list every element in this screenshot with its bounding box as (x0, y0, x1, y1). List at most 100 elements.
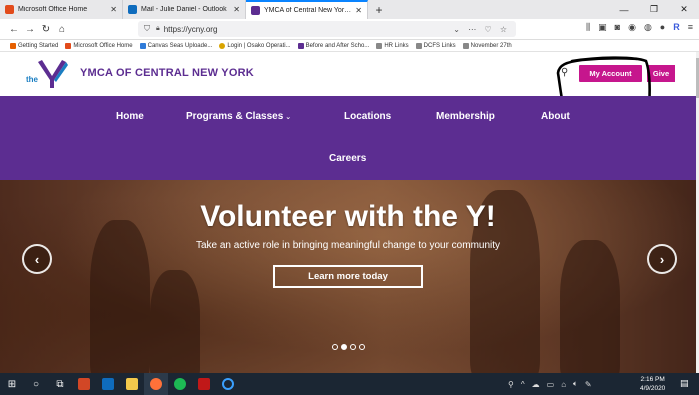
bookmark-item[interactable]: Microsoft Office Home (65, 42, 133, 49)
sidebar-icon[interactable]: ▣ (598, 22, 607, 33)
prev-slide-button[interactable]: ‹ (22, 244, 52, 274)
org-name[interactable]: YMCA OF CENTRAL NEW YORK (80, 67, 254, 79)
toolbar-icons: ⫼ ▣ ◙ ◉ ◍ ● R ≡ (586, 22, 693, 33)
spotify-app-icon[interactable] (168, 373, 192, 395)
site-header: the YMCA OF CENTRAL NEW YORK ⚲ My Accoun… (0, 52, 696, 96)
outlook-app-icon[interactable] (96, 373, 120, 395)
chevron-right-icon: › (659, 251, 665, 267)
url-text[interactable]: https://ycny.org (164, 25, 454, 34)
browser-navbar: ← → ↻ ⌂ ⛉ 🔒︎ https://ycny.org ⌄ ⋯ ♡ ☆ ⫼ … (0, 19, 699, 40)
chevron-left-icon: ‹ (34, 251, 40, 267)
menu-membership[interactable]: Membership (436, 111, 495, 122)
new-tab-button[interactable]: + (368, 0, 390, 19)
powerpoint-app-icon[interactable] (72, 373, 96, 395)
bookmark-icon (297, 42, 304, 49)
tab-title: YMCA of Central New York | Ym (264, 7, 352, 14)
bookmark-item[interactable]: Canvas Seas Uploade... (139, 42, 212, 49)
bookmark-item[interactable]: Login | Osako Operati... (219, 42, 291, 49)
lock-icon[interactable]: 🔒︎ (156, 25, 160, 33)
bookmark-item[interactable]: Getting Started (10, 42, 58, 49)
menu-about[interactable]: About (541, 111, 570, 122)
shield-icon[interactable]: ⛉ (144, 24, 150, 34)
tab-outlook-mail[interactable]: Mail - Julie Daniel - Outlook ✕ (123, 0, 246, 19)
search-icon[interactable]: ⚲ (561, 67, 568, 78)
people-icon[interactable]: ⚲ (508, 380, 514, 389)
tab-title: Microsoft Office Home (18, 6, 88, 13)
folder-icon (462, 42, 469, 49)
extension-icon[interactable]: ● (660, 22, 665, 33)
office-icon (5, 5, 14, 14)
carousel-dot[interactable] (350, 344, 356, 350)
menu-careers[interactable]: Careers (329, 153, 366, 164)
notification-icon[interactable]: ▤ (680, 378, 689, 389)
task-view-icon[interactable]: ⧉ (48, 373, 72, 395)
pen-icon[interactable]: ✎ (585, 380, 592, 389)
file-explorer-icon[interactable] (120, 373, 144, 395)
menu-icon[interactable]: ≡ (688, 22, 693, 33)
window-controls: — ❐ ✕ (609, 0, 699, 19)
next-slide-button[interactable]: › (647, 244, 677, 274)
address-bar[interactable]: ⛉ 🔒︎ https://ycny.org ⌄ ⋯ ♡ ☆ (138, 21, 516, 37)
back-icon[interactable]: ← (6, 24, 22, 35)
bookmark-icon (219, 42, 226, 49)
home-icon[interactable]: ⌂ (54, 24, 70, 35)
firefox-app-icon[interactable] (144, 373, 168, 395)
windows-taskbar: ⊞ ○ ⧉ ⚲ ^ ☁ ▭ ⌂ 🔈︎ ✎ 2:16 PM 4/9/2020 ▤ (0, 373, 699, 395)
svg-text:the: the (26, 75, 39, 84)
menu-home[interactable]: Home (116, 111, 144, 122)
menu-locations[interactable]: Locations (344, 111, 391, 122)
outlook-icon (128, 5, 137, 14)
maximize-icon[interactable]: ❐ (639, 0, 669, 19)
browser-tab-strip: Microsoft Office Home ✕ Mail - Julie Dan… (0, 0, 699, 19)
system-tray: ⚲ ^ ☁ ▭ ⌂ 🔈︎ ✎ (508, 373, 592, 395)
bookmark-folder[interactable]: HR Links (376, 42, 409, 49)
minimize-icon[interactable]: — (609, 0, 639, 19)
carousel-dot[interactable] (359, 344, 365, 350)
battery-icon[interactable]: ▭ (547, 380, 555, 389)
taskbar-clock[interactable]: 2:16 PM 4/9/2020 (640, 375, 665, 393)
clock-time: 2:16 PM (640, 376, 665, 383)
bookmark-icon (139, 42, 146, 49)
close-icon[interactable]: ✕ (110, 5, 117, 14)
learn-more-button[interactable]: Learn more today (273, 265, 423, 288)
hero-carousel: Volunteer with the Y! Take an active rol… (0, 180, 696, 373)
close-icon[interactable]: ✕ (233, 5, 240, 14)
library-icon[interactable]: ⫼ (586, 22, 590, 33)
bookmark-folder[interactable]: DCFS Links (415, 42, 456, 49)
clock-date: 4/9/2020 (640, 385, 666, 392)
extension-icon[interactable]: ◉ (628, 22, 636, 33)
extension-icon[interactable]: R (673, 22, 680, 33)
chevron-up-icon[interactable]: ^ (521, 380, 525, 389)
close-icon[interactable]: ✕ (355, 6, 362, 15)
carousel-dot[interactable] (332, 344, 338, 350)
volume-icon[interactable]: 🔈︎ (573, 379, 578, 389)
close-window-icon[interactable]: ✕ (669, 0, 699, 19)
tab-title: Mail - Julie Daniel - Outlook (141, 6, 227, 13)
cortana-app-icon[interactable] (216, 373, 240, 395)
ymca-icon (251, 6, 260, 15)
bookmark-folder[interactable]: November 27th (462, 42, 512, 49)
tab-office-home[interactable]: Microsoft Office Home ✕ (0, 0, 123, 19)
tab-ymca[interactable]: YMCA of Central New York | Ym ✕ (246, 0, 368, 19)
network-icon[interactable]: ⌂ (561, 380, 566, 389)
reload-icon[interactable]: ↻ (38, 24, 54, 35)
bookmarks-bar: Getting Started Microsoft Office Home Ca… (0, 40, 699, 52)
bookmark-icon (10, 42, 16, 49)
cloud-icon[interactable]: ☁ (532, 380, 540, 389)
bookmark-item[interactable]: Before and After Scho... (297, 42, 369, 49)
page-actions-icon[interactable]: ⌄ ⋯ ♡ ☆ (453, 25, 510, 34)
forward-icon[interactable]: → (22, 24, 38, 35)
mcafee-app-icon[interactable] (192, 373, 216, 395)
give-button[interactable]: Give (647, 65, 675, 82)
bookmark-icon (65, 42, 72, 49)
ymca-logo[interactable]: the (26, 56, 68, 90)
menu-programs-classes[interactable]: Programs & Classes ⌄ (186, 111, 291, 122)
folder-icon (415, 42, 422, 49)
extension-icon[interactable]: ◍ (644, 22, 652, 33)
hero-title: Volunteer with the Y! (200, 200, 496, 233)
carousel-dot-active[interactable] (341, 344, 347, 350)
windows-start-icon[interactable]: ⊞ (0, 373, 24, 395)
search-icon[interactable]: ○ (24, 373, 48, 395)
pocket-icon[interactable]: ◙ (615, 22, 620, 33)
my-account-button[interactable]: My Account (579, 65, 642, 82)
